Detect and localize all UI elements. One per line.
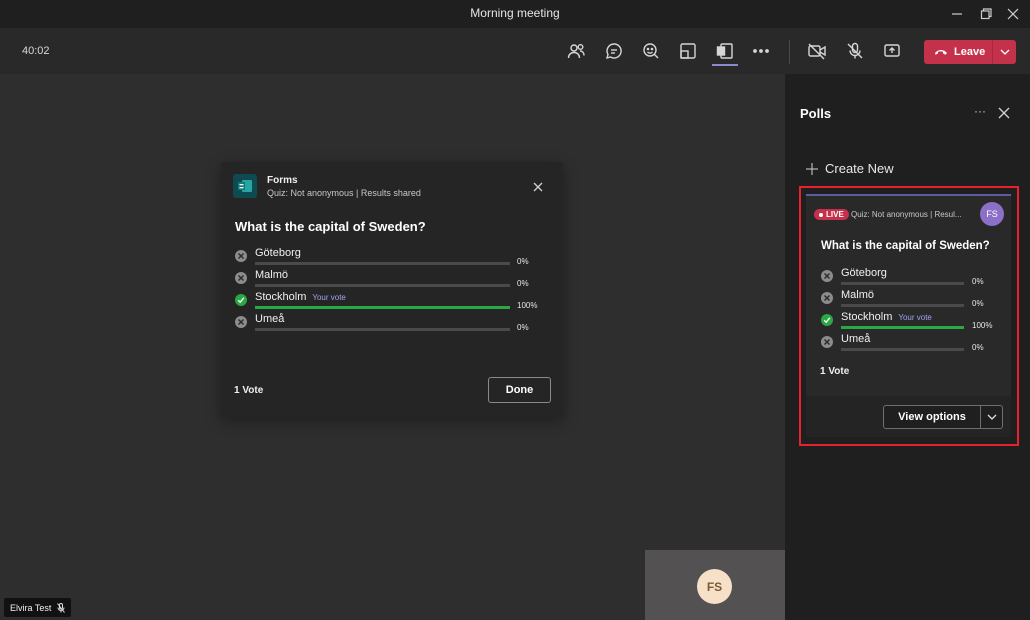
poll-dialog: Forms Quiz: Not anonymous | Results shar… <box>221 162 563 417</box>
result-bar-track <box>255 262 510 265</box>
window-title: Morning meeting <box>470 6 560 20</box>
chat-button[interactable] <box>601 38 627 64</box>
close-icon <box>998 107 1010 119</box>
poll-option: Malmö 0% <box>235 269 555 289</box>
incorrect-x-icon <box>235 250 247 262</box>
reactions-button[interactable] <box>638 38 664 64</box>
close-window-button[interactable] <box>996 0 1030 28</box>
active-tab-indicator <box>712 64 738 66</box>
option-percentage: 0% <box>517 279 529 288</box>
title-bar: Morning meeting <box>0 0 1030 28</box>
panel-close-button[interactable] <box>997 106 1011 120</box>
option-percentage: 100% <box>517 301 538 310</box>
leave-options-button[interactable] <box>993 40 1016 64</box>
option-text: Umeå <box>255 313 285 325</box>
result-bar-track <box>255 284 510 287</box>
correct-check-icon <box>235 294 247 306</box>
option-label: Göteborg <box>255 247 301 259</box>
chat-icon <box>605 43 622 60</box>
panel-more-button[interactable]: ··· <box>970 104 990 120</box>
participant-name: Elvira Test <box>10 602 52 613</box>
hang-up-icon <box>935 50 947 55</box>
rooms-button[interactable] <box>675 38 701 64</box>
chevron-down-icon <box>1000 49 1009 55</box>
dialog-vote-count: 1 Vote <box>234 385 264 396</box>
dialog-question: What is the capital of Sweden? <box>235 219 426 234</box>
dialog-subtitle: Quiz: Not anonymous | Results shared <box>267 188 421 198</box>
people-icon <box>567 44 585 59</box>
mic-off-icon <box>57 602 66 613</box>
panel-title: Polls <box>800 106 832 121</box>
your-vote-tag: Your vote <box>312 293 346 302</box>
highlight-outline <box>799 186 1019 446</box>
incorrect-x-icon <box>235 272 247 284</box>
create-new-label: Create New <box>825 161 894 176</box>
leave-button[interactable]: Leave <box>924 40 1016 64</box>
plus-icon <box>806 162 818 175</box>
leave-label: Leave <box>954 46 986 58</box>
close-icon <box>1007 8 1019 20</box>
participant-name-tag: Elvira Test <box>4 598 72 617</box>
close-icon <box>533 182 543 192</box>
option-text: Malmö <box>255 269 289 281</box>
option-label: Umeå <box>255 313 284 325</box>
result-bar-fill <box>255 306 510 309</box>
share-icon <box>884 44 900 57</box>
done-button[interactable]: Done <box>488 377 551 403</box>
meeting-timer: 40:02 <box>22 45 50 57</box>
create-new-button[interactable]: Create New <box>806 161 894 176</box>
more-icon <box>753 49 769 53</box>
mic-off-icon <box>847 42 863 59</box>
option-percentage: 0% <box>517 323 529 332</box>
meeting-toolbar: 40:02 <box>0 28 1030 74</box>
apps-button[interactable] <box>712 38 738 64</box>
minimize-icon <box>952 13 962 15</box>
option-label: Stockholm Your vote <box>255 291 346 303</box>
result-bar-track <box>255 306 510 309</box>
option-label: Malmö <box>255 269 288 281</box>
option-text: Göteborg <box>255 247 301 259</box>
poll-option: Umeå 0% <box>235 313 555 333</box>
leave-main[interactable]: Leave <box>924 40 992 64</box>
result-bar-track <box>255 328 510 331</box>
more-actions-button[interactable] <box>748 38 774 64</box>
rooms-icon <box>680 43 696 59</box>
participants-button[interactable] <box>563 38 589 64</box>
toolbar-divider <box>789 40 790 64</box>
poll-option: Stockholm Your vote 100% <box>235 291 555 311</box>
self-avatar: FS <box>697 569 732 604</box>
forms-app-icon <box>716 43 733 59</box>
reactions-icon <box>643 43 659 59</box>
option-percentage: 0% <box>517 257 529 266</box>
dialog-close-button[interactable] <box>531 180 545 194</box>
poll-option: Göteborg 0% <box>235 247 555 267</box>
camera-toggle-button[interactable] <box>804 38 830 64</box>
mic-toggle-button[interactable] <box>842 38 868 64</box>
restore-icon <box>980 8 992 20</box>
option-text: Stockholm <box>255 291 307 303</box>
forms-logo-icon <box>233 174 257 198</box>
share-button[interactable] <box>879 38 905 64</box>
camera-off-icon <box>808 43 826 60</box>
dialog-app-name: Forms <box>267 175 298 186</box>
incorrect-x-icon <box>235 316 247 328</box>
